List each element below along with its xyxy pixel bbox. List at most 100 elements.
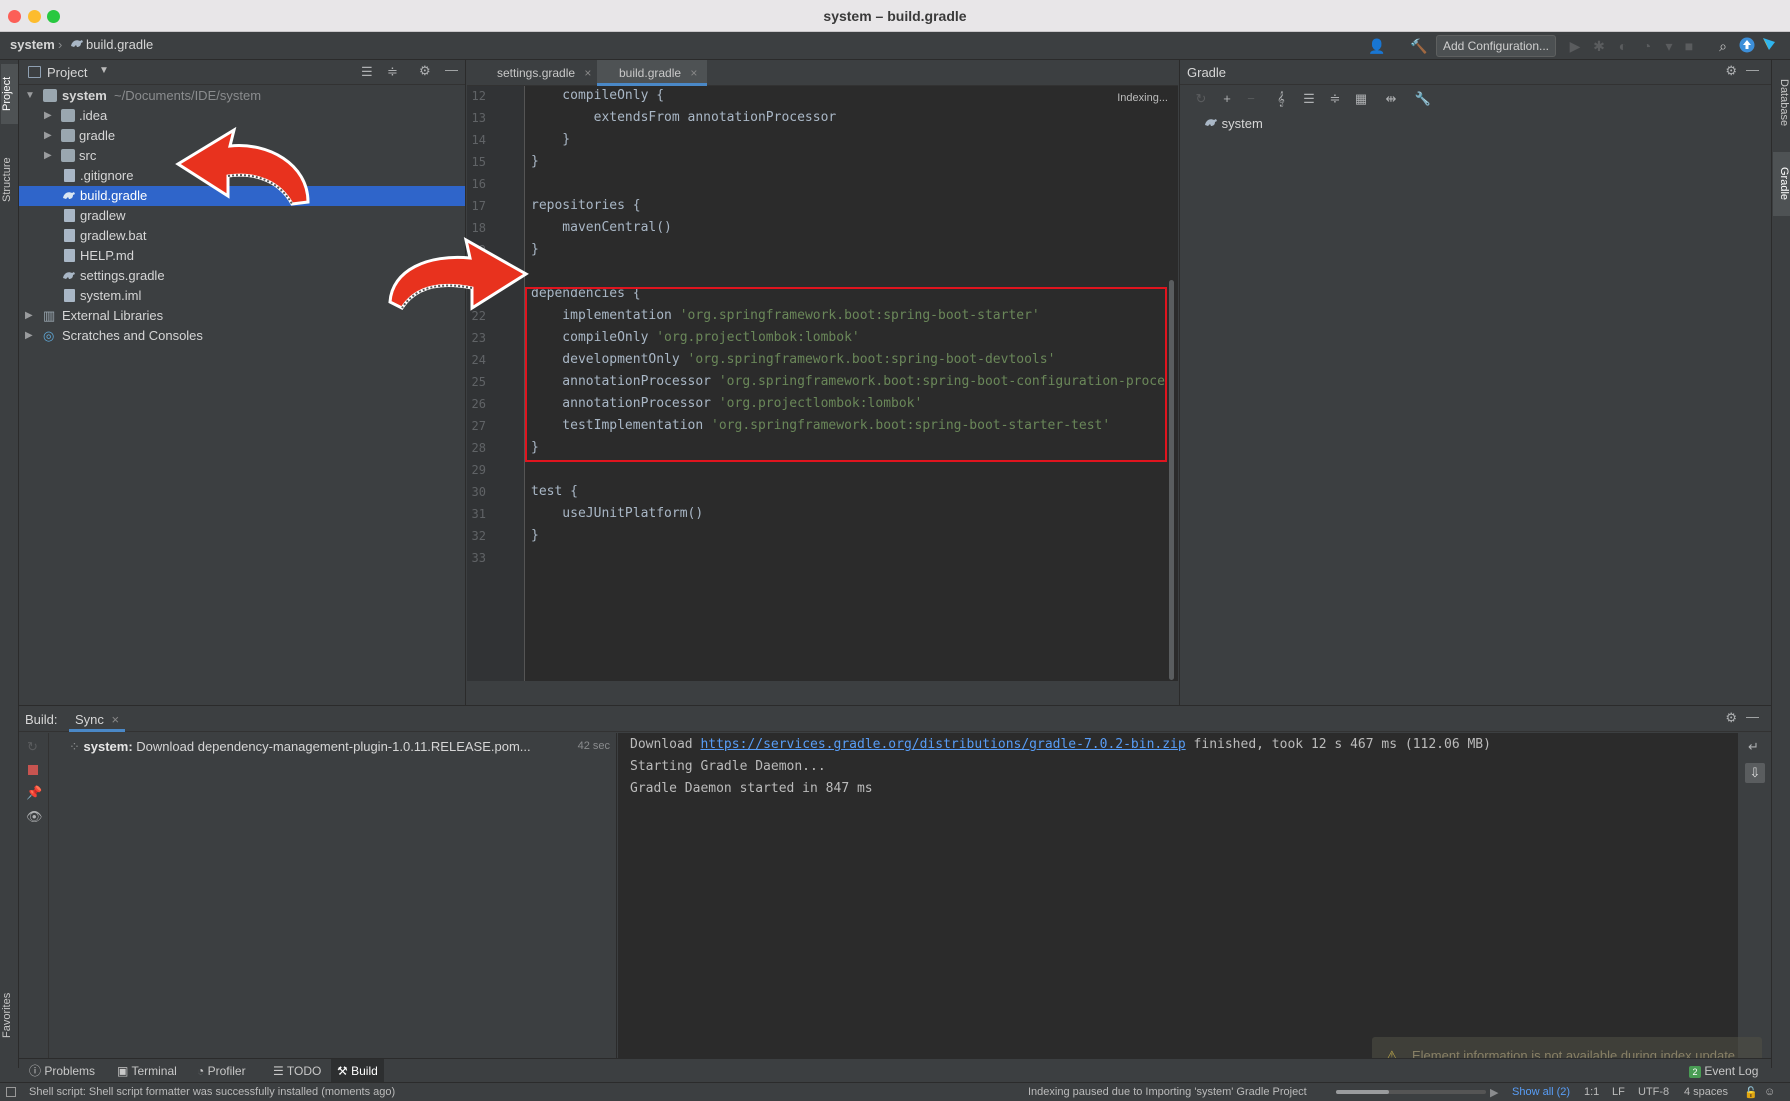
reload-icon[interactable]: ↻ <box>27 739 38 755</box>
close-icon[interactable]: × <box>112 712 120 727</box>
tab-profiler[interactable]: ◔ Profiler <box>197 1059 246 1083</box>
tab-label: settings.gradle <box>497 66 576 80</box>
gear-icon[interactable]: ⚙ <box>419 63 431 79</box>
build-task-time: 42 sec <box>577 740 610 752</box>
title-bar: system – build.gradle <box>0 0 1790 32</box>
favorites-tool-tab[interactable]: Favorites <box>1 980 18 1050</box>
console-link[interactable]: https://services.gradle.org/distribution… <box>700 737 1185 752</box>
code-text: mavenCentral() <box>531 220 672 235</box>
inspector-icon[interactable]: ☺ <box>1764 1086 1775 1098</box>
search-icon[interactable]: ⌕ <box>1714 37 1732 55</box>
breadcrumb-project[interactable]: system <box>10 37 55 52</box>
tab-build-gradle[interactable]: build.gradle × <box>597 60 707 86</box>
tab-sync[interactable]: Sync × <box>69 708 126 732</box>
update-icon[interactable] <box>1738 37 1756 55</box>
toggle-tool-windows-icon[interactable] <box>6 1087 16 1097</box>
tab-label: Event Log <box>1704 1064 1759 1078</box>
tab-event-log[interactable]: 2 Event Log <box>1689 1059 1758 1083</box>
file-encoding[interactable]: UTF-8 <box>1638 1086 1669 1098</box>
plugin-icon[interactable] <box>1760 37 1778 55</box>
tree-root-system[interactable]: ▼ system ~/Documents/IDE/system <box>19 86 465 106</box>
line-number: 17 <box>471 199 486 213</box>
chevron-right-icon: ▶ <box>44 150 52 161</box>
add-icon[interactable]: + <box>1218 90 1236 108</box>
show-all-link[interactable]: Show all (2) <box>1512 1086 1570 1098</box>
build-label: Build: <box>25 712 58 727</box>
line-number: 30 <box>471 485 486 499</box>
tree-item-scratches[interactable]: ▶ ◎ Scratches and Consoles <box>19 326 465 346</box>
close-icon[interactable]: × <box>690 66 697 80</box>
tab-terminal[interactable]: ▣ Terminal <box>117 1059 177 1083</box>
profiler-icon: ◔ <box>197 1064 208 1078</box>
play-icon[interactable]: ▶ <box>1490 1086 1498 1099</box>
remove-icon[interactable]: − <box>1242 90 1260 108</box>
profile-icon[interactable]: ◔ <box>1638 37 1656 55</box>
wrench-icon[interactable]: 🔧 <box>1414 90 1432 108</box>
tab-build[interactable]: ⚒ Build <box>331 1059 384 1083</box>
build-console[interactable]: Download https://services.gradle.org/dis… <box>618 733 1738 1059</box>
stop-icon[interactable] <box>28 765 38 775</box>
scroll-to-end-icon[interactable]: ⇩ <box>1745 763 1765 783</box>
coverage-icon[interactable]: ◐ <box>1614 37 1632 55</box>
build-task-row[interactable]: ⁘ system: Download dependency-management… <box>69 739 531 755</box>
hide-panel-icon[interactable]: — <box>445 62 458 77</box>
indexing-message: Indexing paused due to Importing 'system… <box>1028 1086 1307 1098</box>
editor-scrollbar[interactable] <box>1169 280 1174 680</box>
indent-setting[interactable]: 4 spaces <box>1684 1086 1728 1098</box>
progress-fill <box>1336 1090 1389 1094</box>
build-task-text: Download dependency-management-plugin-1.… <box>136 739 531 754</box>
user-icon[interactable]: 👤 <box>1368 37 1386 55</box>
line-separator[interactable]: LF <box>1612 1086 1625 1098</box>
hide-panel-icon[interactable]: — <box>1746 709 1759 724</box>
add-configuration-button[interactable]: Add Configuration... <box>1436 35 1556 57</box>
line-number: 12 <box>471 89 486 103</box>
gear-icon[interactable]: ⚙ <box>1725 63 1737 79</box>
line-number: 32 <box>471 529 486 543</box>
breadcrumb-file[interactable]: build.gradle <box>86 37 153 52</box>
debug-icon[interactable]: ✱ <box>1590 37 1608 55</box>
collapse-all-icon[interactable]: ≑ <box>1326 90 1344 108</box>
status-message[interactable]: Shell script: Shell script formatter was… <box>29 1086 395 1098</box>
expand-all-icon[interactable]: ☰ <box>361 64 373 80</box>
toggle-offline-icon[interactable]: ⇹ <box>1382 90 1400 108</box>
chevron-right-icon: ▶ <box>25 330 33 341</box>
tree-item-label: build.gradle <box>80 188 148 203</box>
project-view-title[interactable]: Project <box>47 65 87 80</box>
expand-all-icon[interactable]: ☰ <box>1300 90 1318 108</box>
build-hammer-icon[interactable]: 🔨 <box>1410 37 1428 55</box>
lock-icon[interactable]: 🔓 <box>1744 1086 1758 1099</box>
caret-position[interactable]: 1:1 <box>1584 1086 1599 1098</box>
pin-icon[interactable]: 📌 <box>26 785 42 801</box>
gradle-tool-tab[interactable]: Gradle <box>1773 152 1790 216</box>
line-number: 13 <box>471 111 486 125</box>
gear-icon[interactable]: ⚙ <box>1725 710 1737 726</box>
code-line: test { <box>531 484 578 499</box>
navigation-bar: system › build.gradle 👤 🔨 Add Configurat… <box>0 32 1790 60</box>
structure-tool-tab[interactable]: Structure <box>1 140 18 220</box>
gradle-elephant-icon[interactable]: 𝄞 <box>1272 90 1290 108</box>
tab-todo[interactable]: ☰ TODO <box>273 1059 321 1083</box>
run-options-chevron-icon[interactable]: ▾ <box>1660 37 1678 55</box>
library-icon: ▥ <box>43 308 56 323</box>
tree-item-idea[interactable]: ▶ .idea <box>19 106 465 126</box>
line-number: 33 <box>471 551 486 565</box>
tab-problems[interactable]: ⓘ Problems <box>29 1059 95 1083</box>
eye-icon[interactable]: 👁 <box>26 809 43 825</box>
tab-settings-gradle[interactable]: settings.gradle × <box>475 60 595 86</box>
soft-wrap-icon[interactable]: ↵ <box>1748 739 1759 755</box>
reload-icon[interactable]: ↻ <box>1192 90 1210 108</box>
collapse-all-icon[interactable]: ≑ <box>387 64 398 80</box>
run-icon[interactable]: ▶ <box>1566 37 1584 55</box>
stop-icon[interactable]: ■ <box>1680 37 1698 55</box>
project-view-chevron-down-icon[interactable]: ▼ <box>99 65 109 76</box>
red-arrow-annotation-icon <box>175 126 310 206</box>
close-icon[interactable]: × <box>584 66 591 80</box>
project-tool-tab[interactable]: Project <box>1 64 18 124</box>
gradle-panel: Gradle ⚙ — ↻ + − 𝄞 ☰ ≑ ▦ ⇹ 🔧 system <box>1179 60 1771 705</box>
chevron-right-icon: ▶ <box>44 130 52 141</box>
hide-panel-icon[interactable]: — <box>1746 62 1759 77</box>
dependencies-highlight-box <box>525 287 1167 462</box>
group-modules-icon[interactable]: ▦ <box>1352 90 1370 108</box>
gradle-tree-root[interactable]: system <box>1204 116 1263 131</box>
database-tool-tab[interactable]: Database <box>1773 68 1790 138</box>
